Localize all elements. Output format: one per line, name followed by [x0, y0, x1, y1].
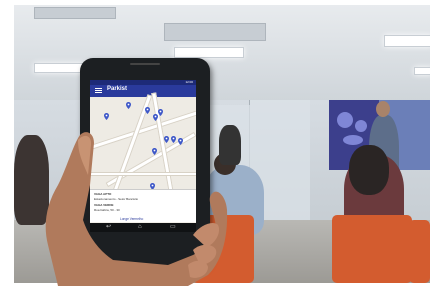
map-pin-icon[interactable]	[158, 109, 163, 116]
seated-person-hair	[349, 145, 389, 195]
ceiling-vent	[34, 7, 116, 19]
ceiling-vent	[164, 23, 266, 41]
presenter-head	[376, 101, 390, 117]
phone-speaker	[130, 63, 160, 65]
hand	[45, 132, 228, 286]
status-bar	[90, 80, 196, 85]
ceiling-light	[414, 67, 430, 75]
ceiling-light	[174, 47, 244, 58]
menu-icon[interactable]	[95, 88, 102, 93]
map-pin-icon[interactable]	[104, 113, 109, 120]
app-title: Parkist	[107, 86, 128, 92]
photo-scene: 12:00 Parkist VAGA APTO Estacionamento -…	[0, 0, 431, 286]
orange-chair	[332, 215, 412, 283]
map-pin-icon[interactable]	[126, 102, 131, 109]
map-pin-icon[interactable]	[145, 107, 150, 114]
orange-chair	[409, 220, 430, 283]
status-time: 12:00	[185, 80, 193, 84]
ceiling-light	[384, 35, 430, 47]
